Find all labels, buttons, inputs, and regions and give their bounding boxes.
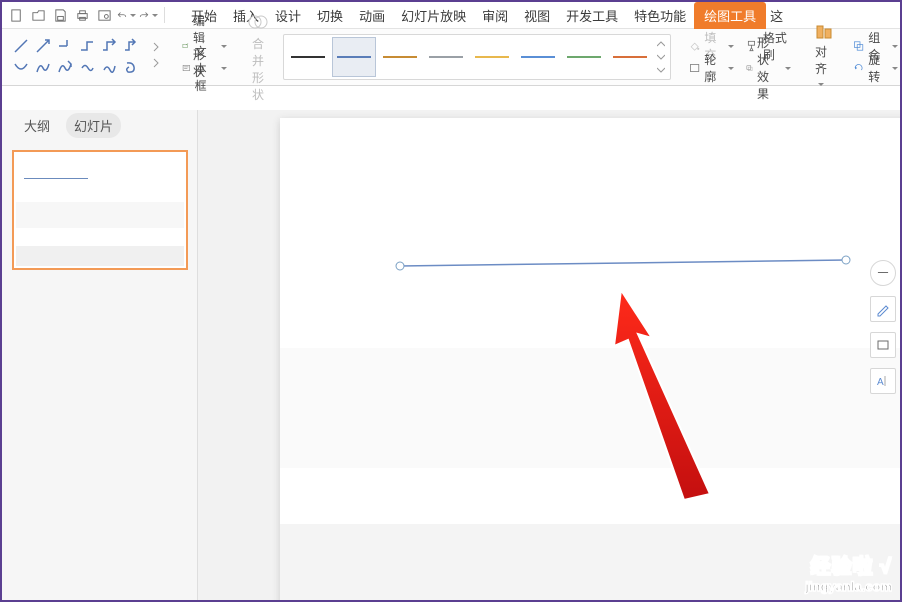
merge-shapes-button: 合并形状: [241, 29, 275, 85]
line-style-7[interactable]: [608, 37, 652, 77]
line-handle-start[interactable]: [396, 262, 405, 271]
tab-developer[interactable]: 开发工具: [558, 2, 626, 29]
text-box-button[interactable]: 文本框: [178, 57, 231, 79]
ribbon: 编辑形状 文本框 合并形状: [2, 28, 900, 86]
redo-button[interactable]: [138, 5, 158, 25]
line-style-3[interactable]: [424, 37, 468, 77]
quick-access-toolbar: [2, 2, 173, 28]
tab-review[interactable]: 审阅: [474, 2, 516, 29]
gallery-scroll[interactable]: [654, 37, 668, 77]
undo-button[interactable]: [116, 5, 136, 25]
slide[interactable]: [280, 118, 900, 600]
outline-label: 轮廓: [704, 51, 721, 85]
shapes-group: [6, 29, 146, 85]
shape-effects-button[interactable]: 形状效果: [742, 32, 795, 104]
line-style-1[interactable]: [332, 37, 376, 77]
tab-animation[interactable]: 动画: [351, 2, 393, 29]
save-icon[interactable]: [50, 5, 70, 25]
shape-effects-label: 形状效果: [757, 34, 778, 102]
align-label: 对齐: [815, 45, 827, 76]
preview-icon[interactable]: [94, 5, 114, 25]
outline-button[interactable]: 轮廓: [685, 49, 738, 87]
line-style-2[interactable]: [378, 37, 422, 77]
tab-overflow[interactable]: 这: [766, 2, 783, 29]
tab-slides-view[interactable]: 幻灯片: [66, 113, 121, 138]
pen-icon[interactable]: [870, 296, 896, 322]
rotate-button[interactable]: 旋转: [849, 57, 902, 79]
canvas-area[interactable]: － A 经验啦 √ jingyanla.com: [198, 110, 900, 600]
watermark-check-icon: √: [880, 556, 892, 578]
line-style-6[interactable]: [562, 37, 606, 77]
zoom-out-icon[interactable]: －: [870, 260, 896, 286]
line-style-gallery[interactable]: [283, 34, 671, 80]
shape-line[interactable]: [280, 118, 900, 318]
print-icon[interactable]: [72, 5, 92, 25]
tab-view[interactable]: 视图: [516, 2, 558, 29]
merge-shapes-label: 合并形状: [247, 35, 269, 103]
open-icon[interactable]: [28, 5, 48, 25]
tab-design[interactable]: 设计: [267, 2, 309, 29]
tab-transition[interactable]: 切换: [309, 2, 351, 29]
shapes-gallery[interactable]: [12, 37, 140, 77]
side-tools: － A: [870, 260, 896, 394]
slide-thumbnail-1[interactable]: [12, 150, 188, 270]
text-style-icon[interactable]: A: [870, 368, 896, 394]
line-handle-end[interactable]: [842, 256, 851, 265]
line-style-0[interactable]: [286, 37, 330, 77]
tab-special[interactable]: 特色功能: [626, 2, 694, 29]
watermark: 经验啦 √ jingyanla.com: [805, 550, 892, 594]
svg-text:A: A: [877, 377, 884, 388]
watermark-url: jingyanla.com: [805, 579, 892, 594]
qa-separator: [164, 7, 165, 23]
rotate-label: 旋转: [868, 51, 885, 85]
rect-icon[interactable]: [870, 332, 896, 358]
tab-slideshow[interactable]: 幻灯片放映: [393, 2, 474, 29]
content-area: 大纲 幻灯片: [2, 110, 900, 600]
left-panel: 大纲 幻灯片: [2, 110, 198, 600]
line-style-4[interactable]: [470, 37, 514, 77]
tab-outline-view[interactable]: 大纲: [16, 113, 58, 138]
watermark-text: 经验啦: [810, 556, 873, 578]
line-style-5[interactable]: [516, 37, 560, 77]
text-box-label: 文本框: [195, 43, 214, 94]
align-button[interactable]: 对齐: [811, 21, 837, 93]
shapes-expand[interactable]: [146, 29, 168, 85]
tab-drawing-tools[interactable]: 绘图工具: [694, 2, 766, 29]
new-icon[interactable]: [6, 5, 26, 25]
